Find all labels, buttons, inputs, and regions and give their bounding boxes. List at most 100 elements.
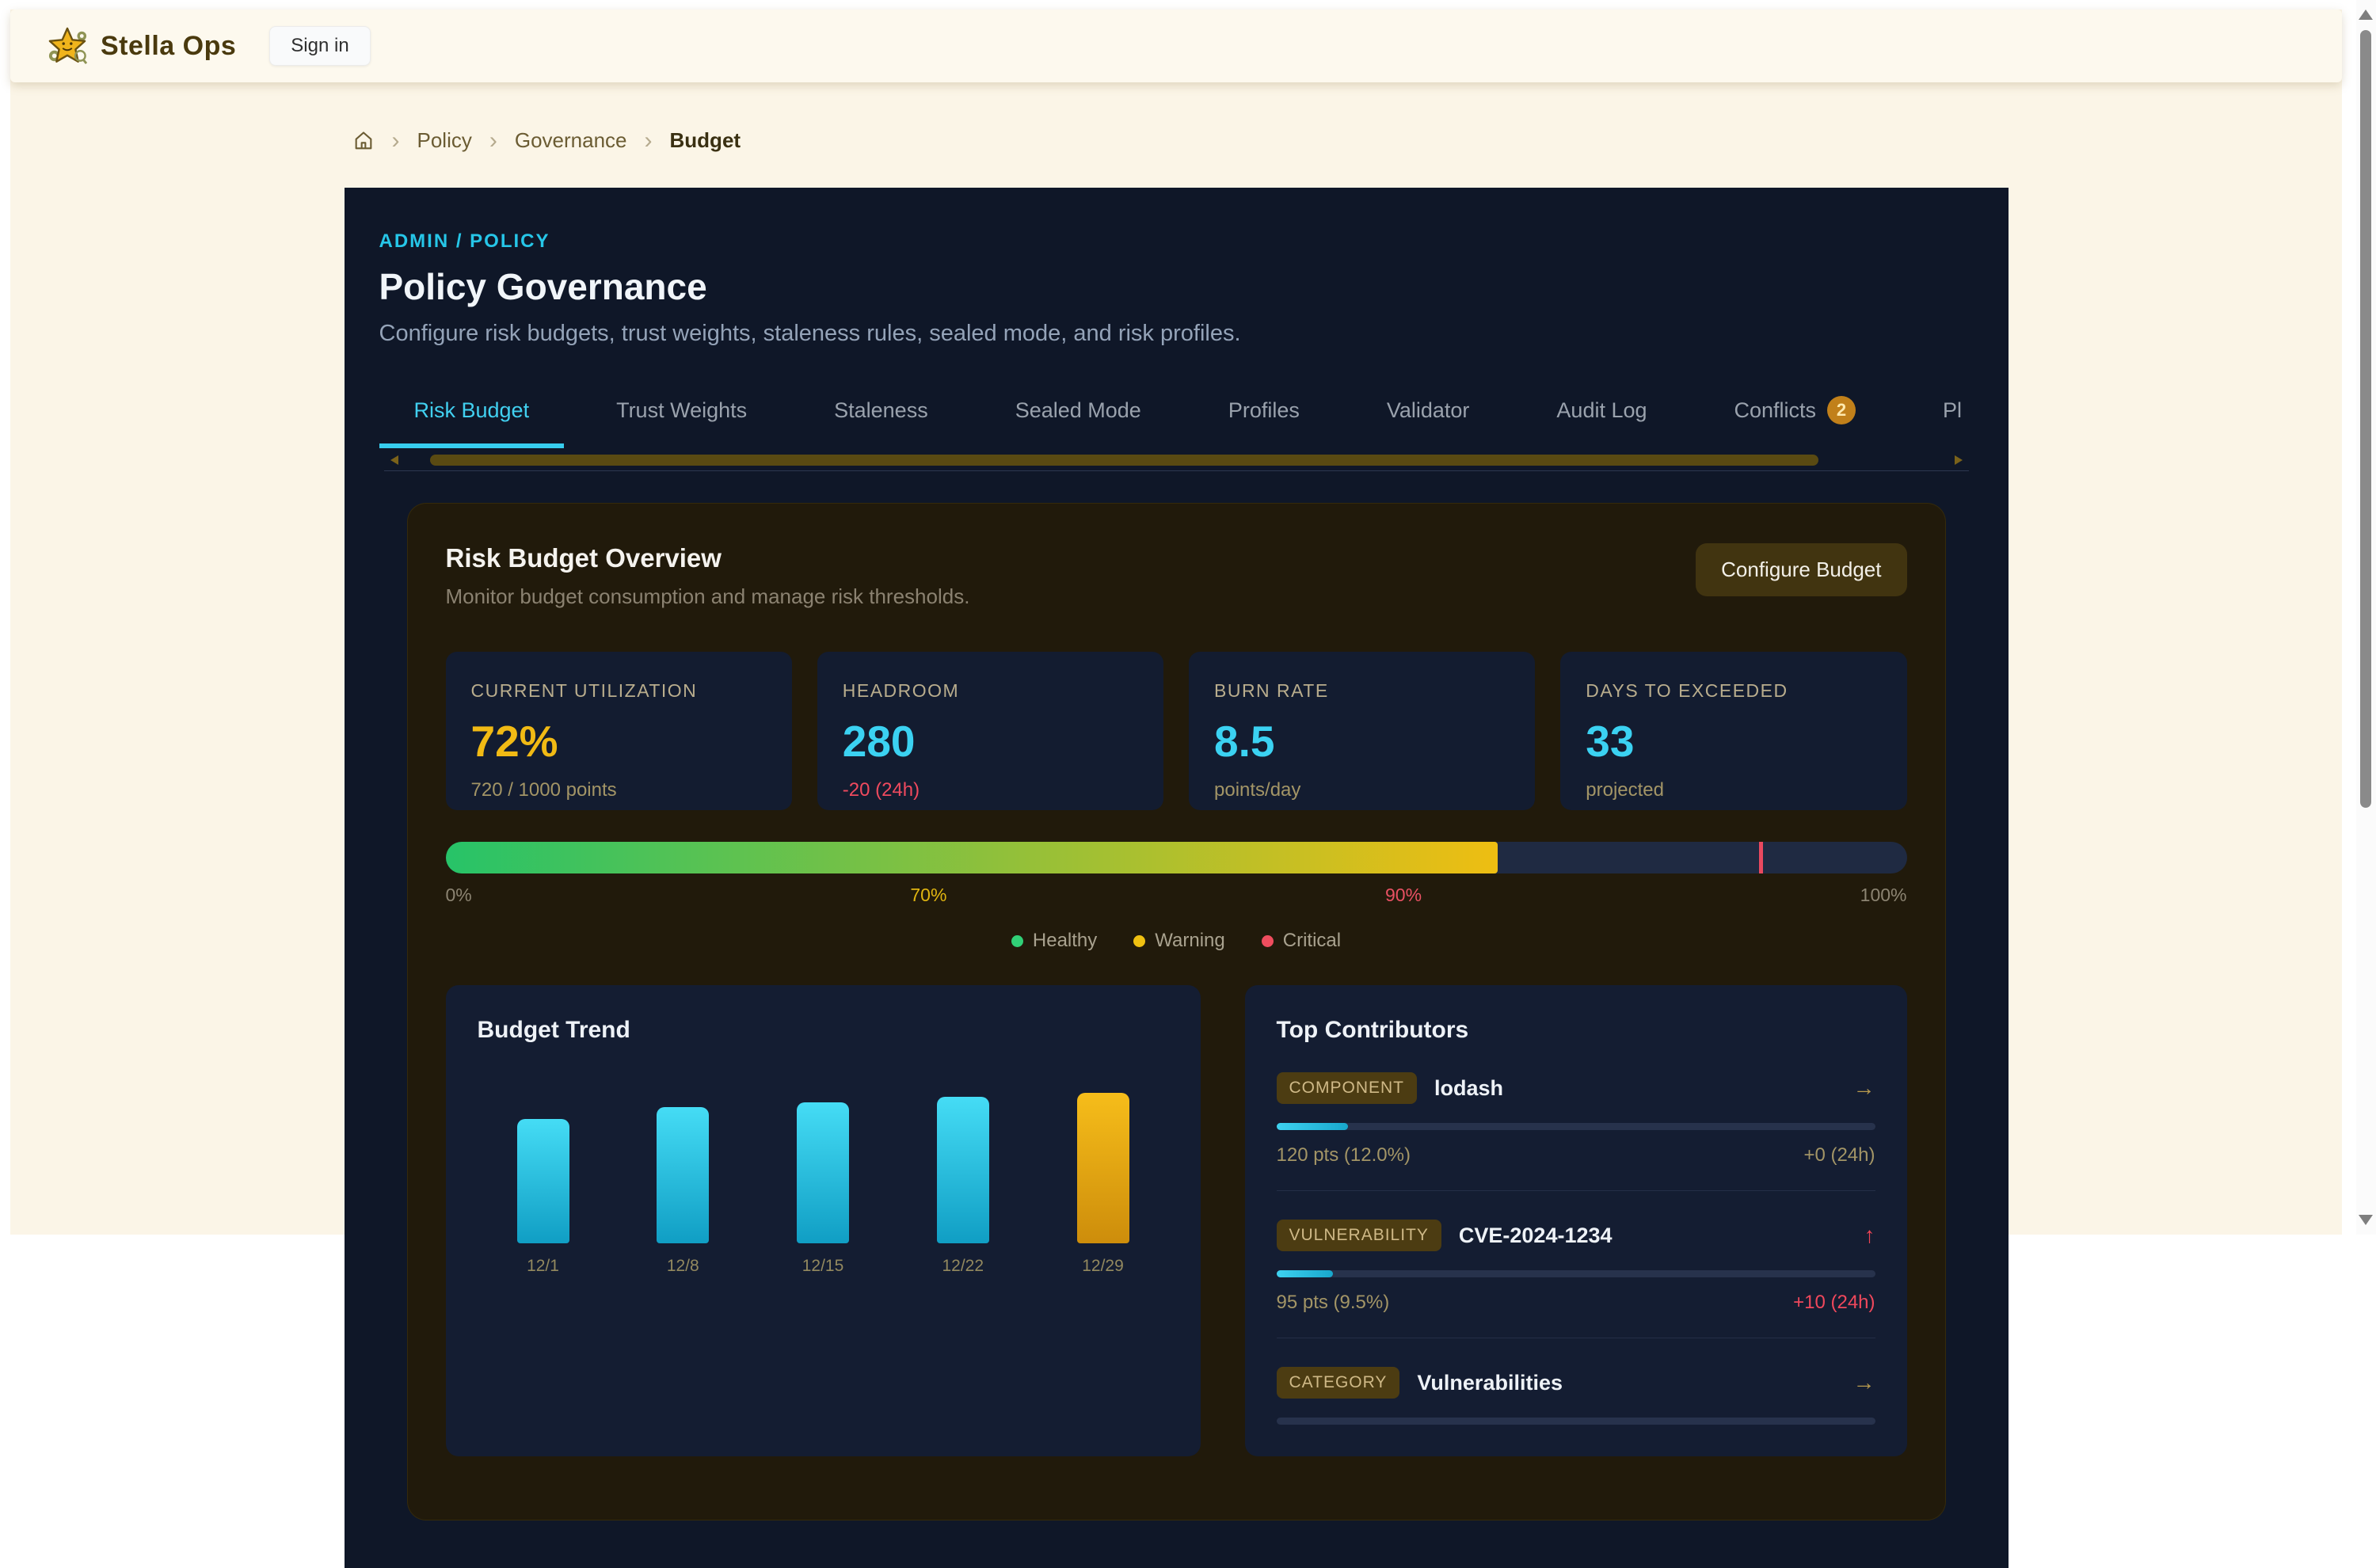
- stat-card: DAYS TO EXCEEDED33projected: [1560, 652, 1906, 810]
- sign-in-button[interactable]: Sign in: [269, 26, 370, 66]
- tab-label: Risk Budget: [414, 398, 530, 423]
- contributor-progress-track: [1277, 1418, 1875, 1425]
- tab-label: Profiles: [1228, 398, 1300, 423]
- contributor-type-badge: COMPONENT: [1277, 1072, 1418, 1104]
- trend-up-icon: ↑: [1864, 1223, 1875, 1248]
- utilization-gauge: 0%70%90%100% HealthyWarningCritical: [446, 842, 1907, 952]
- configure-budget-button[interactable]: Configure Budget: [1696, 543, 1906, 596]
- budget-trend-title: Budget Trend: [478, 1017, 1169, 1044]
- stat-card: BURN RATE8.5points/day: [1189, 652, 1535, 810]
- tab-conflicts[interactable]: Conflicts 2: [1700, 396, 1891, 448]
- contributor-progress-fill: [1277, 1270, 1334, 1277]
- trend-bar-column: [623, 1107, 742, 1243]
- overview-title: Risk Budget Overview: [446, 543, 970, 573]
- status-legend: Healthy Warning Critical: [446, 930, 1907, 952]
- tab-profiles[interactable]: Profiles: [1194, 396, 1335, 448]
- page-subtitle: Configure risk budgets, trust weights, s…: [379, 321, 1974, 347]
- legend-label: Warning: [1155, 930, 1224, 952]
- utilization-bar-fill: [446, 842, 1498, 873]
- tab-validator[interactable]: Validator: [1352, 396, 1505, 448]
- utilization-tick-label: 0%: [446, 885, 472, 906]
- top-contributors-list: COMPONENT lodash → 120 pts (12.0%) +0 (24h) V…: [1277, 1072, 1875, 1425]
- tab-pl[interactable]: Pl: [1908, 396, 1997, 448]
- scroll-down-arrow-icon[interactable]: [2359, 1215, 2373, 1225]
- stat-label: HEADROOM: [843, 680, 1138, 702]
- tab-label: Sealed Mode: [1015, 398, 1141, 423]
- legend-item-warning: Warning: [1133, 930, 1224, 952]
- breadcrumb-separator-icon: ›: [645, 129, 653, 153]
- stat-label: DAYS TO EXCEEDED: [1586, 680, 1881, 702]
- contributor-delta: +0 (24h): [1803, 1144, 1875, 1166]
- breadcrumb-item-governance[interactable]: Governance: [515, 128, 627, 153]
- top-contributors-card: Top Contributors COMPONENT lodash → 120 pts…: [1245, 985, 1907, 1456]
- tab-label: Trust Weights: [616, 398, 747, 423]
- tab-audit-log[interactable]: Audit Log: [1521, 396, 1681, 448]
- tab-sealed-mode[interactable]: Sealed Mode: [980, 396, 1176, 448]
- stat-card: CURRENT UTILIZATION72%720 / 1000 points: [446, 652, 792, 810]
- legend-label: Healthy: [1033, 930, 1097, 952]
- legend-dot-icon: [1262, 935, 1274, 947]
- breadcrumb-separator-icon: ›: [489, 129, 497, 153]
- brand-link[interactable]: Stella Ops: [47, 26, 236, 66]
- trend-bar-label: 12/15: [763, 1257, 882, 1276]
- trend-bar-column: [1044, 1093, 1163, 1243]
- trend-bar-label: 12/1: [484, 1257, 603, 1276]
- contributor-points: 95 pts (9.5%): [1277, 1292, 1390, 1314]
- budget-trend-bars: [478, 1053, 1169, 1243]
- tab-staleness[interactable]: Staleness: [799, 396, 963, 448]
- tab-label: Staleness: [834, 398, 928, 423]
- trend-bar-label: 12/22: [904, 1257, 1022, 1276]
- trend-flat-icon: →: [1853, 1370, 1875, 1395]
- page-vertical-scrollbar[interactable]: [2356, 0, 2376, 1235]
- contributor-row-header: CATEGORY Vulnerabilities →: [1277, 1367, 1875, 1399]
- contributor-name: CVE-2024-1234: [1459, 1224, 1613, 1248]
- scroll-left-arrow-icon[interactable]: [390, 455, 398, 465]
- utilization-tick-label: 100%: [1860, 885, 1907, 906]
- trend-bar-label: 12/29: [1044, 1257, 1163, 1276]
- tab-label: Validator: [1387, 398, 1470, 423]
- page-scrollbar-thumb[interactable]: [2360, 30, 2371, 808]
- tab-label: Conflicts: [1734, 398, 1817, 423]
- stat-value: 72%: [471, 716, 767, 767]
- stat-subtext: -20 (24h): [843, 779, 1138, 801]
- contributor-points: 120 pts (12.0%): [1277, 1144, 1411, 1166]
- contributor-type-badge: CATEGORY: [1277, 1367, 1400, 1399]
- tab-risk-budget[interactable]: Risk Budget: [379, 396, 565, 448]
- breadcrumb-item-policy[interactable]: Policy: [417, 128, 472, 153]
- brand-name: Stella Ops: [101, 31, 236, 62]
- tab-trust-weights[interactable]: Trust Weights: [581, 396, 782, 448]
- top-contributors-title: Top Contributors: [1277, 1017, 1875, 1044]
- scroll-up-arrow-icon[interactable]: [2359, 10, 2373, 20]
- utilization-tick-label: 90%: [1385, 885, 1422, 906]
- contributor-row-header: COMPONENTlodash→: [1277, 1072, 1875, 1104]
- conflicts-count-badge: 2: [1827, 396, 1856, 424]
- tabs-divider: [384, 470, 1969, 471]
- contributor-row: CATEGORY Vulnerabilities →: [1277, 1367, 1875, 1425]
- trend-bar: [937, 1097, 989, 1243]
- trend-bar: [517, 1119, 569, 1243]
- tabs-scrollbar-thumb[interactable]: [430, 455, 1818, 466]
- breadcrumb-item-current: Budget: [670, 128, 741, 153]
- contributor-name: Vulnerabilities: [1417, 1371, 1563, 1395]
- stat-subtext: points/day: [1214, 779, 1510, 801]
- scroll-right-arrow-icon[interactable]: [1955, 455, 1963, 465]
- trend-bar: [1077, 1093, 1129, 1243]
- trend-bar: [797, 1102, 849, 1243]
- breadcrumb-separator-icon: ›: [392, 129, 400, 153]
- contributor-name: lodash: [1434, 1076, 1503, 1101]
- tabs-horizontal-scrollbar[interactable]: [384, 455, 1969, 466]
- contributor-delta: +10 (24h): [1793, 1292, 1875, 1314]
- breadcrumb: › Policy › Governance › Budget: [345, 128, 2009, 153]
- policy-governance-panel: ADMIN / POLICY Policy Governance Configu…: [345, 188, 2009, 1568]
- utilization-axis-labels: 0%70%90%100%: [446, 885, 1907, 906]
- page-title: Policy Governance: [379, 265, 1974, 308]
- legend-item-critical: Critical: [1262, 930, 1341, 952]
- contributor-row-header: VULNERABILITYCVE-2024-1234↑: [1277, 1220, 1875, 1251]
- trend-bar-column: [763, 1102, 882, 1243]
- home-icon[interactable]: [352, 130, 375, 152]
- topbar: Stella Ops Sign in: [10, 10, 2342, 82]
- tab-label: Audit Log: [1556, 398, 1647, 423]
- contributor-stats-row: 95 pts (9.5%) +10 (24h): [1277, 1292, 1875, 1314]
- stat-value: 280: [843, 716, 1138, 767]
- contributor-progress-fill: [1277, 1123, 1349, 1130]
